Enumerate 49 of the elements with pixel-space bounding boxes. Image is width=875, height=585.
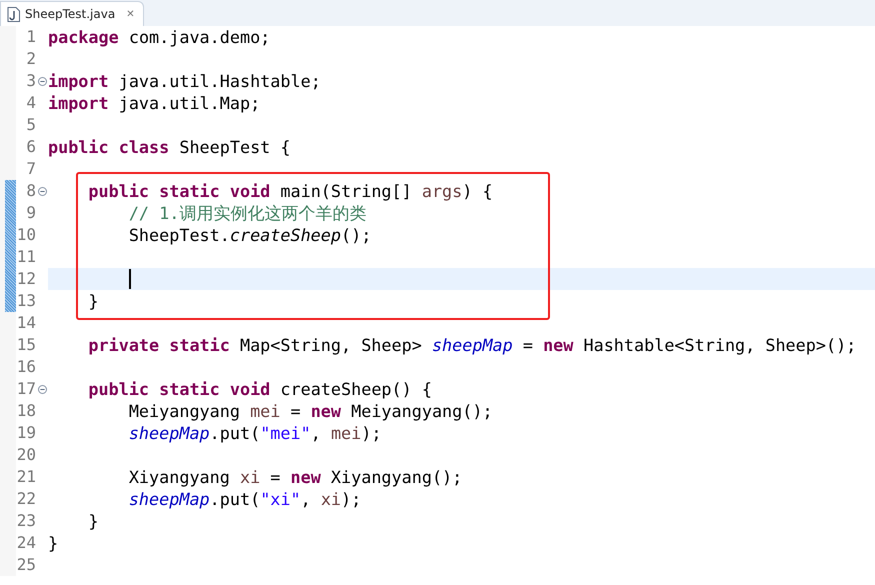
line-number: 17 — [16, 378, 36, 400]
code-line: sheepMap.put("mei", mei); — [128, 422, 382, 444]
line-number: 15 — [16, 334, 36, 356]
line-number: 7 — [25, 158, 36, 180]
line-number: 12 — [16, 268, 36, 290]
code-line: SheepTest.createSheep(); — [128, 224, 372, 246]
line-number: 6 — [25, 136, 36, 158]
code-line: public class SheepTest { — [48, 136, 290, 158]
collapse-icon[interactable] — [38, 76, 46, 86]
line-number: 18 — [16, 400, 36, 422]
line-number: 4 — [25, 92, 36, 114]
line-number: 5 — [25, 114, 36, 136]
code-line: sheepMap.put("xi", xi); — [128, 488, 362, 510]
text-cursor — [128, 269, 131, 289]
code-line: public static void createSheep() { — [87, 378, 432, 400]
collapse-icon[interactable] — [38, 186, 46, 196]
editor-tab[interactable]: SheepTest.java ✕ — [0, 1, 144, 26]
code-line: import java.util.Map; — [48, 92, 260, 114]
line-number: 3 — [25, 70, 36, 92]
line-number: 16 — [16, 356, 36, 378]
line-number: 19 — [16, 422, 36, 444]
line-number: 8 — [25, 180, 36, 202]
line-number: 20 — [16, 444, 36, 466]
line-number: 24 — [16, 532, 36, 554]
line-number: 9 — [25, 202, 36, 224]
line-number: 23 — [16, 510, 36, 532]
line-number: 11 — [16, 246, 36, 268]
code-line: } — [87, 290, 99, 312]
line-number: 1 — [25, 26, 36, 48]
java-file-icon — [7, 6, 20, 22]
code-line: public static void main(String[] args) { — [87, 180, 493, 202]
line-number: 25 — [16, 554, 36, 576]
line-number: 22 — [16, 488, 36, 510]
line-number: 13 — [16, 290, 36, 312]
line-number: 10 — [16, 224, 36, 246]
tab-title: SheepTest.java — [25, 7, 116, 21]
line-number: 21 — [16, 466, 36, 488]
code-line: private static Map<String, Sheep> sheepMap = new Hashtable<String, Sheep>(); — [87, 334, 856, 356]
code-line: // 1.调用实例化这两个羊的类 — [128, 202, 366, 224]
collapse-icon[interactable] — [38, 384, 46, 394]
close-tab-button[interactable]: ✕ — [126, 8, 135, 20]
code-line: } — [87, 510, 99, 532]
code-line: } — [48, 532, 58, 554]
line-number: 2 — [25, 48, 36, 70]
code-line: import java.util.Hashtable; — [48, 70, 321, 92]
line-number: 14 — [16, 312, 36, 334]
code-line: Xiyangyang xi = new Xiyangyang(); — [128, 466, 462, 488]
code-line: package com.java.demo; — [48, 26, 270, 48]
code-line: Meiyangyang mei = new Meiyangyang(); — [128, 400, 493, 422]
